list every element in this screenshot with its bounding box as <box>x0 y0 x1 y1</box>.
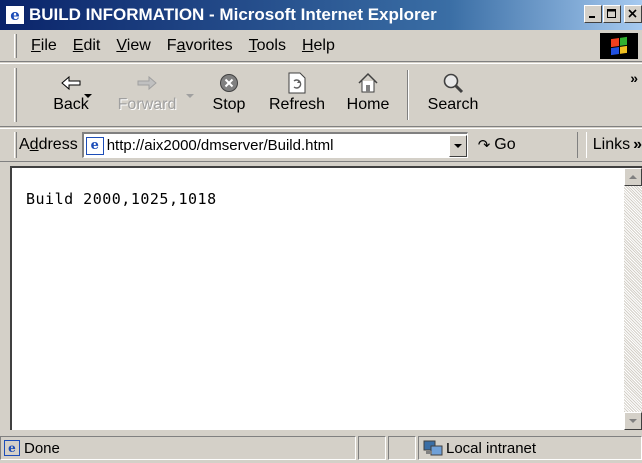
menu-bar: File Edit View Favorites Tools Help <box>0 30 642 62</box>
refresh-button[interactable]: Refresh <box>257 64 337 126</box>
menu-favorites[interactable]: Favorites <box>159 37 241 55</box>
minimize-icon <box>589 16 595 18</box>
back-button[interactable]: Back <box>23 64 119 126</box>
refresh-icon <box>288 70 306 96</box>
go-button[interactable]: ↷ Go <box>478 136 516 154</box>
chevron-down-icon <box>186 94 194 98</box>
home-icon <box>357 70 379 96</box>
windows-logo-throbber <box>600 33 638 59</box>
menu-help[interactable]: Help <box>294 37 343 55</box>
page-icon: e <box>85 136 104 155</box>
title-bar: e BUILD INFORMATION - Microsoft Internet… <box>0 0 642 30</box>
page-content: Build 2000,1025,1018 <box>10 166 642 430</box>
stop-icon <box>219 70 239 96</box>
scroll-down-button[interactable] <box>624 412 642 430</box>
status-panel-security <box>388 436 416 460</box>
links-label: Links <box>592 136 631 153</box>
back-arrow-icon <box>60 70 82 96</box>
close-icon <box>628 9 637 18</box>
menu-edit[interactable]: Edit <box>65 37 109 55</box>
search-icon <box>442 70 464 96</box>
address-bar: Address e http://aix2000/dmserver/Build.… <box>0 128 642 162</box>
go-label: Go <box>494 136 516 153</box>
scroll-up-button[interactable] <box>624 168 642 186</box>
home-label: Home <box>346 96 390 113</box>
back-dropdown[interactable] <box>81 64 95 126</box>
go-arrow-icon: ↷ <box>477 137 491 154</box>
chevron-down-icon <box>84 94 92 98</box>
links-toolbar[interactable]: Links » <box>576 132 642 158</box>
toolbar-overflow-chevron[interactable]: » <box>630 70 638 86</box>
forward-button[interactable]: Forward <box>107 64 187 126</box>
toolbar-separator <box>407 70 409 120</box>
address-grip[interactable] <box>14 132 17 158</box>
ie-logo-icon[interactable]: e <box>5 5 25 25</box>
search-label: Search <box>427 96 479 113</box>
build-info-text: Build 2000,1025,1018 <box>26 190 217 208</box>
status-panel-progress <box>358 436 386 460</box>
maximize-button[interactable] <box>603 5 621 23</box>
windows-flag-icon <box>611 36 627 56</box>
forward-label: Forward <box>117 96 177 113</box>
address-label: Address <box>19 136 78 153</box>
address-field[interactable]: e http://aix2000/dmserver/Build.html <box>81 132 468 158</box>
chevron-up-icon <box>629 175 637 179</box>
page-icon: e <box>4 440 20 456</box>
status-bar: e Done Local intranet <box>0 433 642 463</box>
close-button[interactable] <box>624 5 642 23</box>
address-url[interactable]: http://aix2000/dmserver/Build.html <box>107 137 449 154</box>
links-overflow-chevron[interactable]: » <box>633 136 642 154</box>
window-controls <box>583 5 642 23</box>
chevron-down-icon <box>629 419 637 423</box>
zone-text: Local intranet <box>446 439 537 457</box>
search-button[interactable]: Search <box>417 64 489 126</box>
menu-grip[interactable] <box>14 33 17 58</box>
status-panel-main: e Done <box>0 436 356 460</box>
status-text: Done <box>24 439 60 457</box>
chevron-down-icon <box>453 143 462 148</box>
menu-file[interactable]: File <box>23 37 65 55</box>
standard-toolbar: Back Forward Stop Refresh Home Search » <box>0 63 642 127</box>
stop-label: Stop <box>212 96 246 113</box>
window-title: BUILD INFORMATION - Microsoft Internet E… <box>29 5 437 24</box>
menu-view[interactable]: View <box>108 37 158 55</box>
home-button[interactable]: Home <box>337 64 399 126</box>
intranet-zone-icon <box>423 439 443 457</box>
minimize-button[interactable] <box>584 5 602 23</box>
forward-dropdown[interactable] <box>183 64 197 126</box>
stop-button[interactable]: Stop <box>201 64 257 126</box>
toolbar-grip[interactable] <box>14 68 17 122</box>
refresh-label: Refresh <box>268 96 326 113</box>
address-dropdown-button[interactable] <box>448 134 467 157</box>
forward-arrow-icon <box>136 70 158 96</box>
maximize-icon <box>607 9 616 18</box>
status-panel-zone: Local intranet <box>418 436 642 460</box>
vertical-scrollbar[interactable] <box>624 168 642 430</box>
menu-tools[interactable]: Tools <box>241 37 294 55</box>
